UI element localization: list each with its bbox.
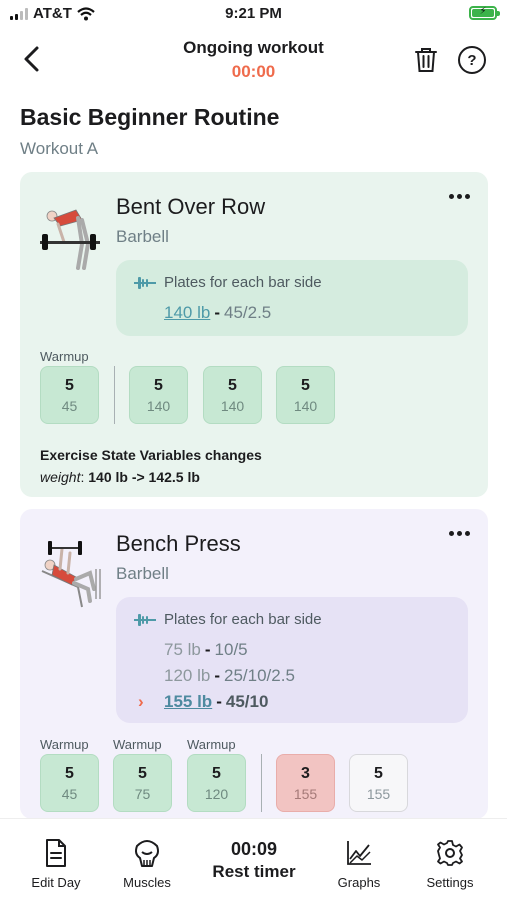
set-reps: 5 (374, 765, 383, 782)
tab-muscles[interactable]: Muscles (107, 837, 187, 890)
rest-timer[interactable]: 00:09 Rest timer (196, 839, 312, 882)
exercise-image (38, 192, 106, 272)
set-reps: 5 (138, 765, 147, 782)
set-reps: 5 (301, 377, 310, 394)
set-weight: 75 (134, 786, 151, 802)
plate-weight-link[interactable]: 155 lb (164, 692, 212, 711)
set-weight: 140 (146, 398, 171, 414)
warmup-set[interactable]: 5 120 (187, 754, 246, 812)
work-set[interactable]: 5 140 (203, 366, 262, 424)
plate-weight: 75 lb (164, 640, 201, 659)
exercise-card: Bent Over Row Barbell Plates for each ba… (20, 172, 488, 497)
graph-icon (347, 841, 371, 865)
plates-header: Plates for each bar side (134, 611, 322, 628)
warmup-set[interactable]: 5 45 (40, 366, 99, 424)
tab-label: Muscles (123, 875, 171, 890)
work-set[interactable]: 5 140 (129, 366, 188, 424)
plate-breakdown: 25/10/2.5 (224, 666, 295, 685)
set-reps: 5 (212, 765, 221, 782)
tab-label: Settings (426, 875, 474, 890)
gear-icon (437, 840, 463, 866)
tab-label: Graphs (337, 875, 381, 890)
document-icon (46, 839, 66, 867)
tab-edit-day[interactable]: Edit Day (16, 837, 96, 890)
plate-line-current[interactable]: 155 lb -45/10 (164, 692, 268, 712)
warmup-label: Warmup (40, 349, 89, 364)
plate-line: 120 lb -25/10/2.5 (164, 666, 295, 685)
exercise-name[interactable]: Bench Press (116, 531, 241, 557)
plate-weight: 120 lb (164, 666, 211, 685)
more-options-button[interactable] (449, 194, 470, 199)
work-set[interactable]: 5 140 (276, 366, 335, 424)
state-key: weight (40, 469, 81, 485)
barbell-icon (134, 276, 156, 289)
warmup-set[interactable]: 5 75 (113, 754, 172, 812)
plate-breakdown: 45/10 (225, 692, 269, 711)
warmup-set[interactable]: 5 45 (40, 754, 99, 812)
warmup-label: Warmup (113, 737, 162, 752)
set-weight: 120 (204, 786, 229, 802)
bent-over-row-figure-icon (40, 209, 100, 270)
plates-panel: Plates for each bar side 140 lb -45/2.5 (116, 260, 468, 336)
exercise-equipment: Barbell (116, 227, 169, 246)
rest-timer-label: Rest timer (212, 862, 296, 881)
exercise-image (38, 529, 106, 609)
set-weight: 45 (61, 786, 78, 802)
plate-line[interactable]: 140 lb -45/2.5 (164, 303, 271, 323)
plate-breakdown: 10/5 (214, 640, 248, 659)
routine-title: Basic Beginner Routine (20, 104, 280, 130)
tab-settings[interactable]: Settings (410, 837, 490, 890)
status-time: 9:21 PM (225, 5, 282, 22)
warmup-label: Warmup (187, 737, 236, 752)
muscle-icon (135, 840, 159, 867)
set-reps: 3 (301, 765, 310, 782)
bench-press-figure-icon (41, 541, 101, 608)
chevron-right-icon: › (138, 692, 144, 711)
plates-label: Plates for each bar side (164, 274, 322, 291)
plates-panel: Plates for each bar side 75 lb -10/5 120 … (116, 597, 468, 723)
plates-header: Plates for each bar side (134, 274, 322, 291)
header: Ongoing workout 00:00 ? (0, 34, 507, 88)
plate-line: 75 lb -10/5 (164, 640, 248, 659)
warmup-label: Warmup (40, 737, 89, 752)
state-changes-title: Exercise State Variables changes (40, 447, 262, 463)
set-reps: 5 (65, 765, 74, 782)
trash-icon (415, 48, 437, 72)
exercise-name[interactable]: Bent Over Row (116, 194, 265, 220)
workout-name: Workout A (20, 139, 99, 158)
set-weight: 140 (293, 398, 318, 414)
status-bar: AT&T 9:21 PM ⚡ (0, 0, 507, 30)
set-reps: 5 (228, 377, 237, 394)
barbell-icon (134, 613, 156, 626)
set-reps: 5 (65, 377, 74, 394)
help-button[interactable]: ? (458, 46, 486, 74)
plate-weight-link[interactable]: 140 lb (164, 303, 210, 322)
set-divider (261, 754, 262, 812)
tab-label: Edit Day (31, 875, 81, 890)
tab-graphs[interactable]: Graphs (319, 837, 399, 890)
battery-icon: ⚡ (469, 6, 500, 20)
bottom-tab-bar: Edit Day Muscles 00:09 Rest timer Graphs (0, 818, 507, 900)
exercise-equipment: Barbell (116, 564, 169, 583)
plates-label: Plates for each bar side (164, 611, 322, 628)
set-divider (114, 366, 115, 424)
more-options-button[interactable] (449, 531, 470, 536)
work-set[interactable]: 5 155 (349, 754, 408, 812)
plate-breakdown: 45/2.5 (224, 303, 272, 322)
exercise-card: Bench Press Barbell Plates for each bar … (20, 509, 488, 819)
question-icon: ? (467, 51, 477, 69)
set-weight: 140 (220, 398, 245, 414)
set-weight: 155 (366, 786, 391, 802)
set-reps: 5 (154, 377, 163, 394)
work-set[interactable]: 3 155 (276, 754, 335, 812)
state-value: 140 lb -> 142.5 lb (88, 469, 200, 485)
set-weight: 155 (293, 786, 318, 802)
set-weight: 45 (61, 398, 78, 414)
state-change-line: weight: 140 lb -> 142.5 lb (40, 469, 200, 485)
rest-timer-value: 00:09 (230, 839, 278, 859)
delete-workout-button[interactable] (414, 46, 442, 76)
